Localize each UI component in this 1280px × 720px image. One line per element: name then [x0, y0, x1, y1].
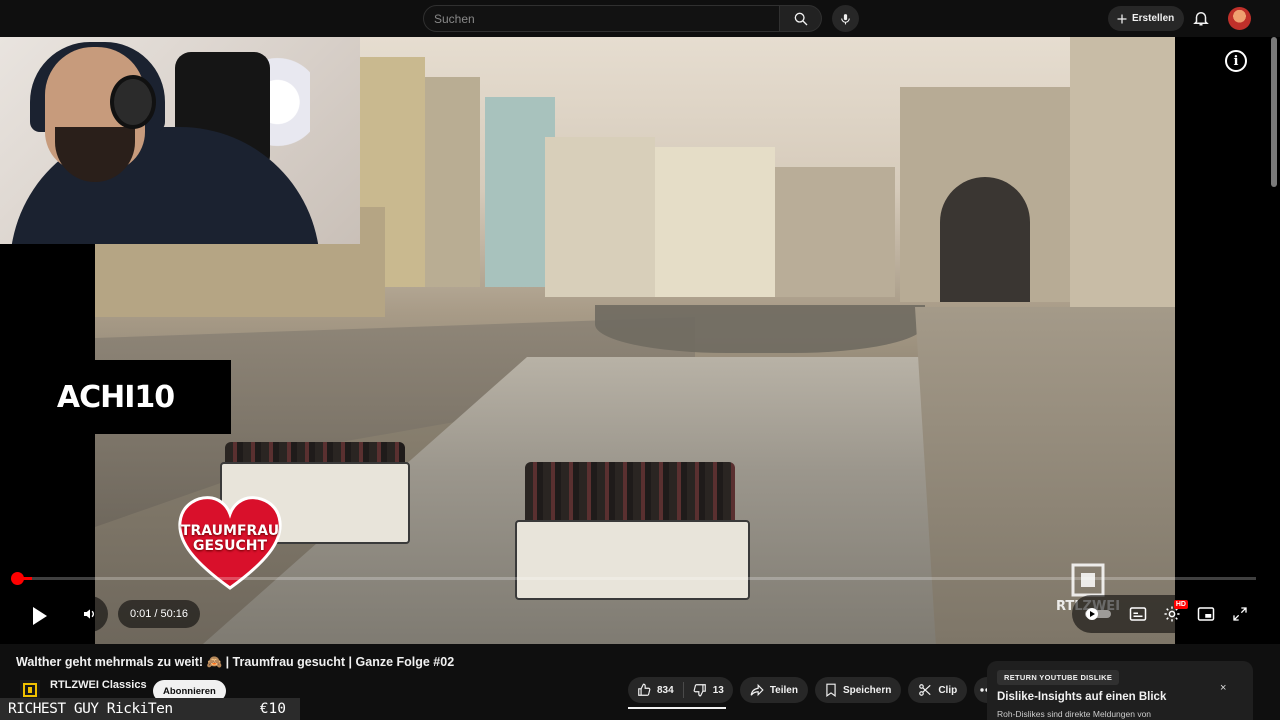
voice-search-button[interactable] — [832, 5, 859, 32]
share-button[interactable]: Teilen — [739, 677, 808, 703]
fullscreen-icon[interactable] — [1232, 606, 1248, 622]
donor-name: RICHEST GUY RickiTen — [8, 701, 173, 717]
search-icon — [793, 11, 809, 27]
search-bar — [423, 5, 823, 32]
info-icon[interactable]: i — [1225, 50, 1247, 72]
microphone-icon — [839, 12, 852, 26]
current-time: 0:01 — [130, 608, 152, 620]
donation-amount: €10 — [259, 701, 286, 717]
show-title-line-1: TRAUMFRAU — [180, 523, 280, 539]
right-controls: HD — [1072, 595, 1260, 633]
search-button[interactable] — [780, 5, 822, 32]
show-title-overlay: TRAUMFRAU GESUCHT — [174, 524, 286, 554]
like-button[interactable]: 834 — [628, 677, 683, 703]
scissors-icon — [918, 683, 932, 697]
progress-bar[interactable] — [12, 577, 1256, 580]
save-label: Speichern — [842, 684, 892, 696]
streamer-logo: ACHI10 — [0, 360, 231, 434]
close-icon[interactable]: × — [1220, 682, 1226, 694]
progress-scrubber[interactable] — [11, 572, 24, 585]
show-title-line-2: GESUCHT — [192, 538, 268, 554]
plus-icon — [1116, 13, 1128, 25]
dislike-count: 13 — [712, 684, 724, 696]
share-icon — [750, 683, 764, 697]
bookmark-icon — [825, 683, 837, 697]
miniplayer-icon[interactable] — [1197, 606, 1215, 622]
play-icon — [30, 606, 48, 626]
like-dislike-group: 834 13 — [628, 677, 733, 703]
top-bar: Erstellen — [360, 0, 1280, 37]
card-title: Dislike-Insights auf einen Blick — [997, 691, 1167, 703]
hd-badge: HD — [1173, 600, 1188, 609]
rtl-logo-icon — [1071, 563, 1105, 597]
notifications-button[interactable] — [1192, 9, 1210, 27]
channel-logo-icon — [23, 683, 37, 697]
page-scrollbar[interactable] — [1271, 37, 1277, 187]
time-separator: / — [154, 608, 158, 620]
action-bar: 834 13 Teilen Speichern Clip — [628, 677, 1001, 703]
donation-ticker: RICHEST GUY RickiTen €10 — [0, 698, 300, 720]
return-dislike-card: RETURN YOUTUBE DISLIKE Dislike-Insights … — [987, 661, 1253, 720]
like-ratio-bar — [628, 707, 726, 709]
search-input[interactable] — [423, 5, 780, 32]
bell-icon — [1192, 9, 1210, 27]
app-root: Erstellen — [0, 0, 1280, 720]
duration: 50:16 — [160, 608, 189, 620]
channel-name[interactable]: RTLZWEI Classics — [50, 679, 147, 691]
save-button[interactable]: Speichern — [814, 677, 902, 703]
card-description: Roh-Dislikes sind direkte Meldungen von — [997, 709, 1152, 719]
play-button[interactable] — [16, 593, 62, 639]
settings-button[interactable]: HD — [1163, 600, 1188, 623]
autoplay-toggle-icon[interactable] — [1084, 607, 1112, 621]
subtitles-icon[interactable] — [1129, 606, 1147, 622]
thumbs-down-icon — [693, 683, 707, 697]
extension-badge: RETURN YOUTUBE DISLIKE — [997, 670, 1120, 685]
volume-button[interactable] — [72, 596, 108, 632]
create-button[interactable]: Erstellen — [1108, 6, 1185, 31]
channel-avatar[interactable] — [20, 680, 40, 700]
clip-button[interactable]: Clip — [908, 677, 968, 703]
video-player[interactable]: ACHI10 TRAUMFRAU GESUCHT RTLZWEI i — [0, 37, 1280, 644]
share-label: Teilen — [769, 684, 798, 696]
create-label: Erstellen — [1132, 13, 1175, 24]
webcam-overlay — [0, 37, 360, 244]
account-avatar[interactable] — [1228, 7, 1251, 30]
dislike-button[interactable]: 13 — [684, 677, 733, 703]
thumbs-up-icon — [637, 683, 651, 697]
volume-icon — [82, 606, 98, 622]
video-title: Walther geht mehrmals zu weit! 🙈 | Traum… — [16, 655, 455, 669]
like-count: 834 — [657, 684, 674, 696]
clip-label: Clip — [938, 684, 958, 696]
time-display: 0:01 / 50:16 — [118, 600, 201, 628]
